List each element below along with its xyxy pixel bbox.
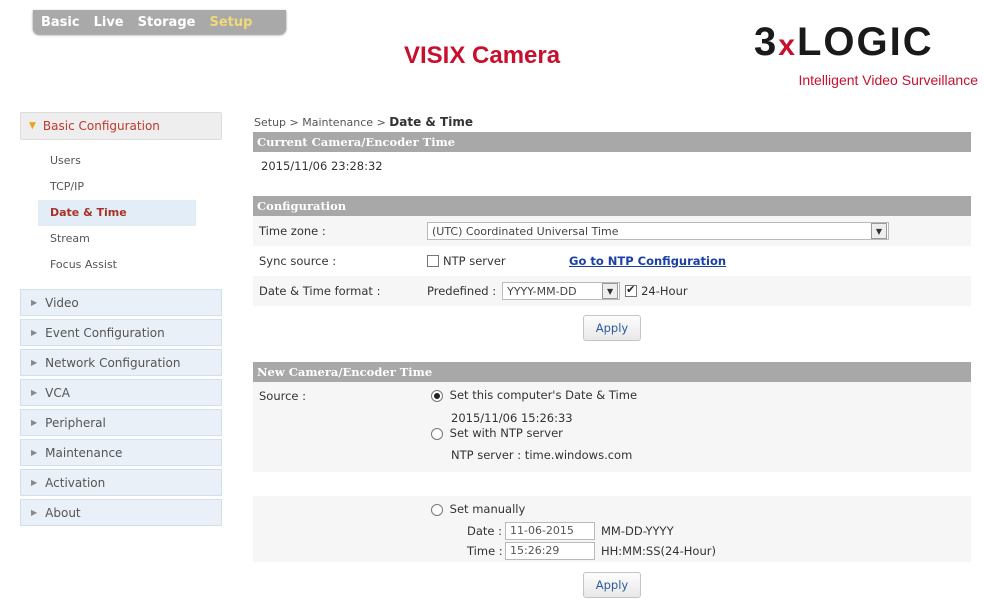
radio-set-manually[interactable] xyxy=(431,503,443,516)
triangle-right-icon: ▶ xyxy=(31,298,38,307)
manual-block: Set manually Date : 11-06-2015 MM-DD-YYY… xyxy=(253,496,971,562)
logo-text-x: x xyxy=(778,29,797,62)
sidebar-item-date-time[interactable]: Date & Time xyxy=(38,200,196,226)
section-configuration-header: Configuration xyxy=(253,196,971,216)
sidebar-subitems: Users TCP/IP Date & Time Stream Focus As… xyxy=(20,140,222,286)
logo-text-logic: LOGIC xyxy=(796,20,934,64)
date-label: Date : xyxy=(467,524,503,538)
sync-source-label: Sync source : xyxy=(259,254,337,268)
date-input[interactable]: 11-06-2015 xyxy=(505,522,595,540)
sidebar-item-tcpip[interactable]: TCP/IP xyxy=(20,174,196,200)
ntp-server-checkbox-label: NTP server xyxy=(443,254,506,268)
page-title: VISIX Camera xyxy=(404,42,561,69)
sidebar-group-activation[interactable]: ▶ Activation xyxy=(20,469,222,496)
new-time-apply-row: Apply xyxy=(253,572,971,598)
top-navigation: Basic Live Storage Setup xyxy=(33,10,286,34)
sidebar-group-video[interactable]: ▶ Video xyxy=(20,289,222,316)
triangle-right-icon: ▶ xyxy=(31,328,38,337)
nav-setup[interactable]: Setup xyxy=(209,15,252,30)
option-computer: Set this computer's Date & Time xyxy=(431,388,637,402)
config-apply-row: Apply xyxy=(253,306,971,350)
option-ntp: Set with NTP server xyxy=(431,426,563,440)
sync-source-row: Sync source : NTP server Go to NTP Confi… xyxy=(253,246,971,276)
radio-computer-time[interactable] xyxy=(431,389,443,402)
sidebar-group-event-configuration[interactable]: ▶ Event Configuration xyxy=(20,319,222,346)
date-format-value: YYYY-MM-DD xyxy=(507,284,577,298)
sidebar-head-label: Basic Configuration xyxy=(42,119,160,133)
sidebar-group-about[interactable]: ▶ About xyxy=(20,499,222,526)
sidebar-group-peripheral[interactable]: ▶ Peripheral xyxy=(20,409,222,436)
option-ntp-label: Set with NTP server xyxy=(449,426,563,440)
breadcrumb-path: Setup > Maintenance > xyxy=(254,116,390,129)
date-format-hint: MM-DD-YYYY xyxy=(601,524,674,538)
chevron-down-icon: ▼ xyxy=(871,223,887,239)
hour24-label: 24-Hour xyxy=(641,284,688,298)
sidebar-group-network-configuration[interactable]: ▶ Network Configuration xyxy=(20,349,222,376)
timezone-row: Time zone : (UTC) Coordinated Universal … xyxy=(253,216,971,246)
date-format-select[interactable]: YYYY-MM-DD ▼ xyxy=(502,282,621,300)
current-time-value: 2015/11/06 23:28:32 xyxy=(261,159,383,173)
format-row: Date & Time format : Predefined : YYYY-M… xyxy=(253,276,971,306)
sidebar: ▼ Basic Configuration Users TCP/IP Date … xyxy=(20,112,222,526)
triangle-right-icon: ▶ xyxy=(31,388,38,397)
sidebar-group-maintenance[interactable]: ▶ Maintenance xyxy=(20,439,222,466)
nav-live[interactable]: Live xyxy=(94,15,124,30)
sidebar-item-users[interactable]: Users xyxy=(20,148,196,174)
computer-time-value: 2015/11/06 15:26:33 xyxy=(451,411,573,425)
hour24-checkbox[interactable] xyxy=(625,283,638,297)
section-current-time-header: Current Camera/Encoder Time xyxy=(253,132,971,152)
new-time-apply-button[interactable]: Apply xyxy=(583,572,641,598)
ntp-server-checkbox[interactable] xyxy=(427,255,439,267)
sidebar-group-vca[interactable]: ▶ VCA xyxy=(20,379,222,406)
time-row: Time : 15:26:29 HH:MM:SS(24-Hour) xyxy=(467,542,716,560)
time-label: Time : xyxy=(467,544,503,558)
triangle-right-icon: ▶ xyxy=(31,478,38,487)
ntp-server-value: NTP server : time.windows.com xyxy=(451,448,633,462)
brand-logo: 3xLOGIC xyxy=(754,22,974,66)
nav-storage[interactable]: Storage xyxy=(138,15,196,30)
main-content: Setup > Maintenance > Date & Time Curren… xyxy=(253,112,971,598)
time-format-hint: HH:MM:SS(24-Hour) xyxy=(601,544,716,558)
time-input[interactable]: 15:26:29 xyxy=(505,542,595,560)
option-manual: Set manually xyxy=(431,502,525,516)
sidebar-item-focus-assist[interactable]: Focus Assist xyxy=(20,252,196,278)
timezone-select[interactable]: (UTC) Coordinated Universal Time ▼ xyxy=(427,222,889,240)
triangle-down-icon: ▼ xyxy=(29,121,36,131)
format-label: Date & Time format : xyxy=(259,284,381,298)
sidebar-group-label: Maintenance xyxy=(45,445,123,460)
sidebar-group-label: Video xyxy=(45,295,79,310)
breadcrumb-current: Date & Time xyxy=(389,115,473,129)
breadcrumb: Setup > Maintenance > Date & Time xyxy=(253,112,971,132)
sidebar-item-stream[interactable]: Stream xyxy=(20,226,196,252)
timezone-label: Time zone : xyxy=(259,224,326,238)
option-manual-label: Set manually xyxy=(449,502,526,516)
sidebar-group-label: Event Configuration xyxy=(45,325,165,340)
sidebar-head-basic-configuration[interactable]: ▼ Basic Configuration xyxy=(20,112,222,140)
date-row: Date : 11-06-2015 MM-DD-YYYY xyxy=(467,522,674,540)
sidebar-group-label: About xyxy=(45,505,81,520)
source-label: Source : xyxy=(259,389,307,403)
triangle-right-icon: ▶ xyxy=(31,508,38,517)
chevron-down-icon: ▼ xyxy=(602,283,619,299)
sidebar-group-label: Peripheral xyxy=(45,415,106,430)
option-computer-label: Set this computer's Date & Time xyxy=(449,388,638,402)
nav-basic[interactable]: Basic xyxy=(41,15,80,30)
triangle-right-icon: ▶ xyxy=(31,418,38,427)
sidebar-group-label: Activation xyxy=(45,475,106,490)
sidebar-group-label: Network Configuration xyxy=(45,355,181,370)
ntp-configuration-link[interactable]: Go to NTP Configuration xyxy=(569,254,726,268)
triangle-right-icon: ▶ xyxy=(31,358,38,367)
brand-tagline: Intelligent Video Surveillance xyxy=(798,72,978,88)
config-apply-button[interactable]: Apply xyxy=(583,315,641,341)
timezone-value: (UTC) Coordinated Universal Time xyxy=(432,224,619,238)
logo-text-3: 3 xyxy=(754,20,779,64)
radio-ntp-server[interactable] xyxy=(431,427,443,440)
sidebar-group-label: VCA xyxy=(45,385,70,400)
current-time-row: 2015/11/06 23:28:32 xyxy=(253,152,971,180)
section-new-time-header: New Camera/Encoder Time xyxy=(253,362,971,382)
predefined-label: Predefined : xyxy=(427,284,497,298)
triangle-right-icon: ▶ xyxy=(31,448,38,457)
